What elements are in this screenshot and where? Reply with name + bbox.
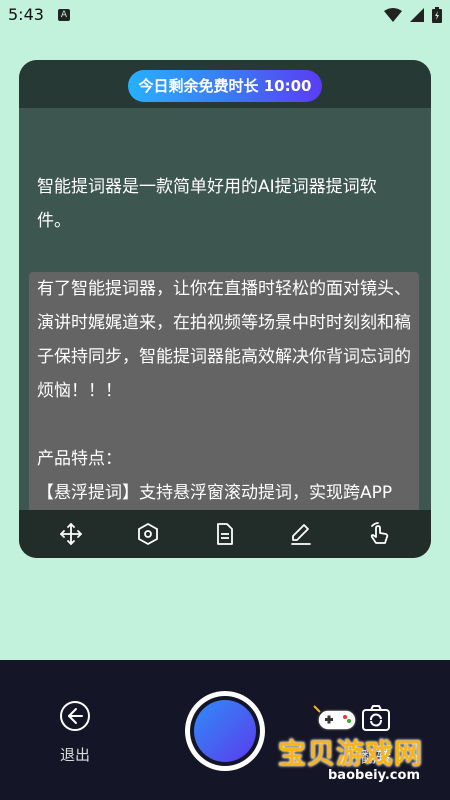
features-title: 产品特点： (37, 449, 122, 469)
status-icons (384, 7, 442, 23)
status-time: 5:43 (8, 5, 44, 24)
card-header: 今日剩余免费时长 10:00 (19, 60, 431, 108)
script-paragraph: 有了智能提词器，让你在直播时轻松的面对镜头、演讲时娓娓道来，在拍视频等场景中时时… (37, 279, 411, 401)
scrolling-text-window[interactable]: 有了智能提词器，让你在直播时轻松的面对镜头、演讲时娓娓道来，在拍视频等场景中时时… (29, 272, 419, 512)
free-time-badge: 今日剩余免费时长 10:00 (128, 70, 322, 102)
move-icon[interactable] (59, 522, 83, 546)
flip-camera-label: 翻转 (360, 748, 391, 766)
settings-hexagon-icon[interactable] (136, 522, 160, 546)
touch-gesture-icon[interactable] (367, 522, 391, 546)
feature-item: 【悬浮提词】支持悬浮窗滚动提词，实现跨APP (37, 483, 393, 503)
flip-camera-button[interactable] (360, 702, 392, 734)
bottom-control-bar: 退出 翻转 (0, 660, 450, 800)
prompter-card: 今日剩余免费时长 10:00 智能提词器是一款简单好用的AI提词器提词软件。 有… (19, 60, 431, 558)
edit-pencil-icon[interactable] (289, 522, 313, 546)
exit-button[interactable]: 退出 (50, 700, 100, 766)
notification-icon: A (58, 9, 70, 21)
record-ring (190, 696, 260, 766)
record-button[interactable] (185, 691, 265, 771)
battery-icon (432, 7, 442, 23)
intro-text: 智能提词器是一款简单好用的AI提词器提词软件。 (37, 177, 377, 231)
card-toolbar (19, 510, 431, 558)
signal-icon (410, 8, 424, 22)
flip-camera-icon (362, 705, 390, 731)
back-arrow-icon (60, 701, 90, 731)
record-core (194, 700, 256, 762)
document-icon[interactable] (213, 522, 237, 546)
wifi-icon (384, 8, 402, 22)
exit-label: 退出 (59, 746, 90, 764)
status-bar: 5:43 A (0, 0, 450, 30)
